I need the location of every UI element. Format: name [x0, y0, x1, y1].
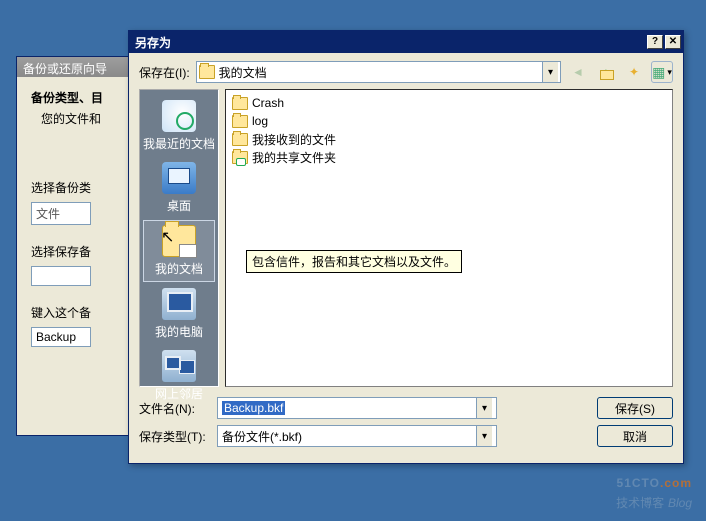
lookin-label: 保存在(I):: [139, 64, 190, 81]
help-button[interactable]: ?: [647, 35, 663, 49]
wizard-save-location-field[interactable]: [31, 266, 91, 286]
filename-dropdown-icon[interactable]: [476, 398, 492, 418]
desktop-icon: [162, 162, 196, 194]
places-recent-label: 我最近的文档: [143, 135, 215, 152]
wizard-backup-type-field[interactable]: 文件: [31, 202, 91, 225]
back-button[interactable]: [567, 61, 589, 83]
folder-icon: [199, 65, 215, 79]
filetype-dropdown-icon[interactable]: [476, 426, 492, 446]
save-as-dialog: 另存为 ? ✕ 保存在(I): 我的文档 我最近的文档: [128, 30, 684, 464]
folder-icon: [232, 133, 248, 146]
wizard-backup-name-field[interactable]: Backup: [31, 327, 91, 347]
file-name: Crash: [252, 96, 284, 110]
places-bar: 我最近的文档 桌面 我的文档 我的电脑 网上邻居: [139, 89, 219, 387]
places-desktop-label: 桌面: [143, 197, 215, 214]
filename-value: Backup.bkf: [222, 401, 285, 415]
filename-combo[interactable]: Backup.bkf: [217, 397, 497, 419]
my-documents-icon: [162, 225, 196, 257]
new-folder-button[interactable]: [623, 61, 645, 83]
folder-icon: [232, 97, 248, 110]
filetype-label: 保存类型(T):: [139, 428, 209, 445]
view-menu-button[interactable]: [651, 61, 673, 83]
places-mycomputer[interactable]: 我的电脑: [143, 284, 215, 344]
file-name: log: [252, 114, 268, 128]
list-item[interactable]: 我的共享文件夹: [232, 148, 666, 166]
file-name: 我接收到的文件: [252, 131, 336, 148]
save-button[interactable]: 保存(S): [597, 397, 673, 419]
watermark-sub: 技术博客: [616, 496, 664, 510]
dialog-titlebar[interactable]: 另存为 ? ✕: [129, 31, 683, 53]
watermark: 51CTO.com 技术博客 Blog: [616, 462, 692, 511]
places-mydocs-label: 我的文档: [144, 260, 214, 277]
close-button[interactable]: ✕: [665, 35, 681, 49]
watermark-suffix: .com: [660, 476, 692, 490]
filetype-value: 备份文件(*.bkf): [222, 428, 302, 445]
file-list-pane[interactable]: Crash log 我接收到的文件 我的共享文件夹 包含信件，报告和其它文档以及…: [225, 89, 673, 387]
list-item[interactable]: log: [232, 112, 666, 130]
places-mypc-label: 我的电脑: [143, 323, 215, 340]
shared-folder-icon: [232, 151, 248, 164]
cancel-button[interactable]: 取消: [597, 425, 673, 447]
tooltip: 包含信件，报告和其它文档以及文件。: [246, 250, 462, 273]
recent-docs-icon: [162, 100, 196, 132]
watermark-brand: 51CTO: [617, 476, 660, 490]
up-one-level-button[interactable]: [595, 61, 617, 83]
list-item[interactable]: 我接收到的文件: [232, 130, 666, 148]
my-computer-icon: [162, 288, 196, 320]
watermark-blog: Blog: [668, 496, 692, 510]
network-places-icon: [162, 350, 196, 382]
list-item[interactable]: Crash: [232, 94, 666, 112]
lookin-dropdown-icon[interactable]: [542, 62, 558, 82]
lookin-combo[interactable]: 我的文档: [196, 61, 561, 83]
lookin-row: 保存在(I): 我的文档: [129, 53, 683, 89]
filetype-combo[interactable]: 备份文件(*.bkf): [217, 425, 497, 447]
places-recent[interactable]: 我最近的文档: [143, 96, 215, 156]
folder-icon: [232, 115, 248, 128]
places-network[interactable]: 网上邻居: [143, 346, 215, 406]
file-name: 我的共享文件夹: [252, 149, 336, 166]
places-desktop[interactable]: 桌面: [143, 158, 215, 218]
dialog-title-text: 另存为: [135, 34, 645, 51]
places-mydocs[interactable]: 我的文档: [143, 220, 215, 282]
places-network-label: 网上邻居: [143, 385, 215, 402]
lookin-value: 我的文档: [219, 64, 542, 81]
